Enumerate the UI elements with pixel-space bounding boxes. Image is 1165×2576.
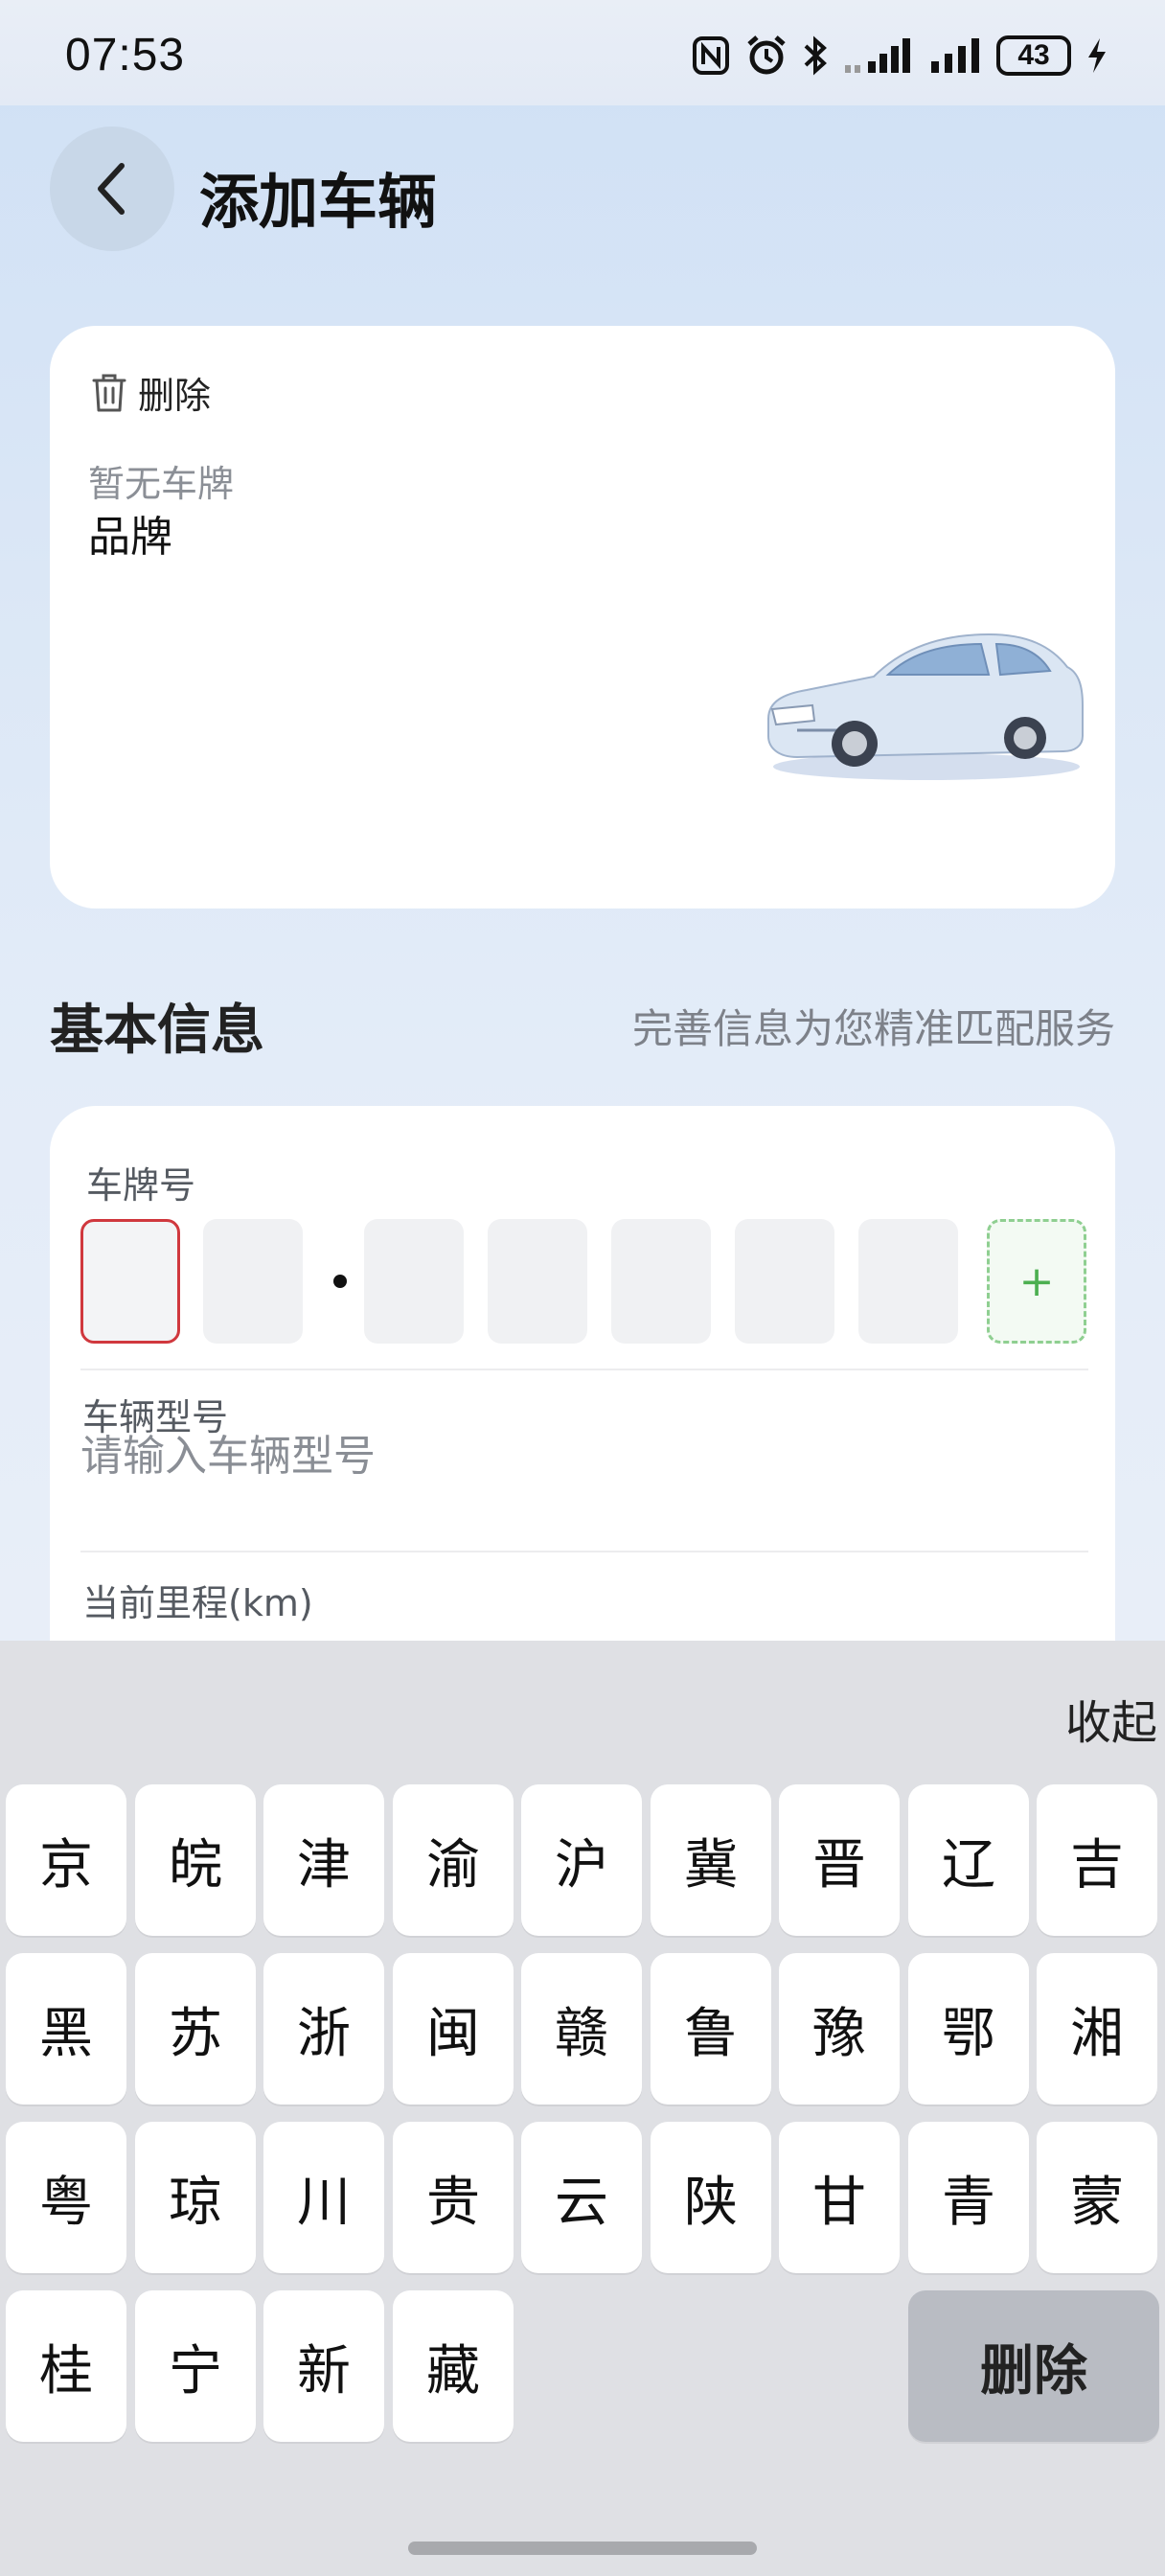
key[interactable]: 青 [908, 2122, 1029, 2273]
key[interactable]: 辽 [908, 1784, 1029, 1936]
vehicle-info-form: 车牌号 + 车辆型号 请输入车辆型号 当前里程(km) [50, 1106, 1115, 1643]
plate-char-5[interactable] [611, 1219, 711, 1344]
charging-icon [1086, 36, 1108, 75]
home-indicator[interactable] [408, 2542, 757, 2555]
alarm-icon [745, 34, 788, 77]
plate-char-6[interactable] [735, 1219, 834, 1344]
vehicle-model-input[interactable]: 请输入车辆型号 [80, 1418, 1088, 1495]
key[interactable]: 琼 [135, 2122, 256, 2273]
keyboard-delete-button[interactable]: 删除 [908, 2290, 1159, 2442]
key[interactable]: 津 [263, 1784, 384, 1936]
key[interactable]: 冀 [651, 1784, 771, 1936]
plate-number-input: + [80, 1219, 1088, 1347]
divider [80, 1368, 1088, 1370]
status-time: 07:53 [65, 30, 186, 80]
delete-label: 删除 [138, 375, 212, 417]
signal-icon [843, 36, 914, 75]
plate-char-3[interactable] [364, 1219, 464, 1344]
status-bar: 07:53 43 [0, 0, 1165, 105]
key[interactable]: 晋 [779, 1784, 900, 1936]
key[interactable]: 宁 [135, 2290, 256, 2442]
province-keyboard: 收起 京 皖 津 渝 沪 冀 晋 辽 吉 黑 苏 浙 闽 赣 鲁 豫 鄂 湘 粤… [0, 1641, 1165, 2576]
delete-vehicle-button[interactable]: 删除 [90, 366, 211, 419]
chevron-left-icon [98, 163, 125, 215]
collapse-keyboard-button[interactable]: 收起 [1065, 1685, 1157, 1752]
page-title: 添加车辆 [199, 167, 438, 237]
plate-char-7[interactable] [858, 1219, 958, 1344]
key[interactable]: 沪 [521, 1784, 642, 1936]
section-subtitle: 完善信息为您精准匹配服务 [631, 1005, 1115, 1052]
plate-placeholder: 暂无车牌 [88, 463, 235, 505]
key[interactable]: 川 [263, 2122, 384, 2273]
plate-separator-dot [333, 1275, 347, 1288]
key[interactable]: 云 [521, 2122, 642, 2273]
vehicle-card: 删除 暂无车牌 品牌 [50, 326, 1115, 908]
key[interactable]: 豫 [779, 1953, 900, 2104]
divider [80, 1551, 1088, 1552]
key[interactable]: 皖 [135, 1784, 256, 1936]
plate-char-1[interactable] [80, 1219, 180, 1344]
back-button[interactable] [50, 126, 174, 251]
key[interactable]: 蒙 [1037, 2122, 1157, 2273]
key[interactable]: 吉 [1037, 1784, 1157, 1936]
key[interactable]: 桂 [6, 2290, 126, 2442]
mileage-label: 当前里程(km) [82, 1582, 313, 1624]
key[interactable]: 黑 [6, 1953, 126, 2104]
key[interactable]: 粤 [6, 2122, 126, 2273]
trash-icon [92, 374, 126, 411]
key[interactable]: 鲁 [651, 1953, 771, 2104]
plate-char-2[interactable] [203, 1219, 303, 1344]
key[interactable]: 贵 [393, 2122, 514, 2273]
section-title: 基本信息 [50, 1000, 264, 1062]
key[interactable]: 陕 [651, 2122, 771, 2273]
key[interactable]: 闽 [393, 1953, 514, 2104]
key[interactable]: 新 [263, 2290, 384, 2442]
plate-char-4[interactable] [488, 1219, 587, 1344]
car-image [767, 632, 1084, 780]
key[interactable]: 甘 [779, 2122, 900, 2273]
key[interactable]: 藏 [393, 2290, 514, 2442]
plate-number-label: 车牌号 [86, 1164, 196, 1207]
key[interactable]: 京 [6, 1784, 126, 1936]
key[interactable]: 苏 [135, 1953, 256, 2104]
add-plate-char-button[interactable]: + [987, 1219, 1086, 1344]
key[interactable]: 湘 [1037, 1953, 1157, 2104]
nfc-icon [692, 35, 730, 76]
signal-icon [929, 36, 981, 75]
key[interactable]: 赣 [521, 1953, 642, 2104]
bluetooth-icon [803, 34, 828, 77]
brand-label: 品牌 [88, 513, 172, 562]
status-icons: 43 [692, 33, 1108, 79]
key[interactable]: 渝 [393, 1784, 514, 1936]
battery-icon: 43 [996, 35, 1071, 76]
key[interactable]: 鄂 [908, 1953, 1029, 2104]
key[interactable]: 浙 [263, 1953, 384, 2104]
